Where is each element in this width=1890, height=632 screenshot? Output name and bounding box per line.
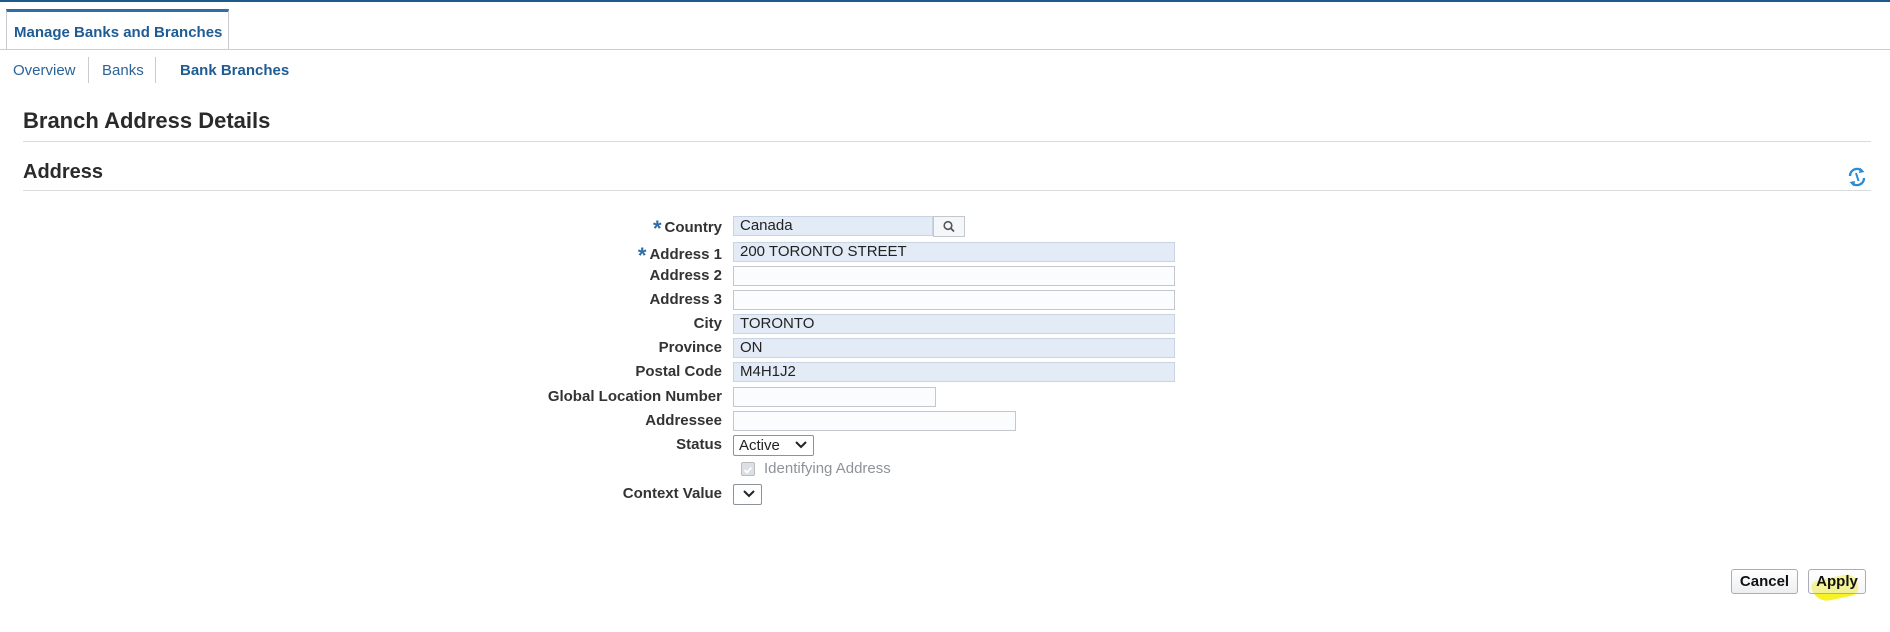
title-divider [23, 141, 1871, 142]
city-label: City [693, 315, 722, 332]
country-label: * Country [652, 216, 722, 241]
search-icon [943, 220, 955, 233]
gln-input[interactable] [733, 387, 936, 407]
page-title: Branch Address Details [23, 108, 271, 133]
section-divider [23, 190, 1871, 191]
chevron-down-icon [795, 441, 807, 449]
tab-bar: Manage Banks and Branches [0, 9, 1890, 50]
checkmark-icon [743, 466, 753, 474]
address1-label: * Address 1 [637, 243, 722, 268]
country-input[interactable]: Canada [733, 216, 933, 236]
tab-label: Manage Banks and Branches [14, 24, 223, 41]
tab-baseline [0, 49, 1890, 50]
address2-label: Address 2 [649, 267, 722, 284]
address1-input[interactable]: 200 TORONTO STREET [733, 242, 1175, 262]
required-indicator: * [652, 216, 662, 241]
section-title: Address [23, 161, 104, 183]
subnav-bank-branches[interactable]: Bank Branches [180, 62, 289, 79]
address2-input[interactable] [733, 266, 1175, 286]
postal-code-label: Postal Code [635, 363, 722, 380]
province-input[interactable]: ON [733, 338, 1175, 358]
context-value-label: Context Value [622, 485, 722, 502]
identifying-address-label: Identifying Address [764, 460, 891, 477]
gln-label: Global Location Number [547, 388, 722, 405]
identifying-address-checkbox[interactable] [741, 462, 755, 476]
address3-input[interactable] [733, 290, 1175, 310]
address3-label: Address 3 [649, 291, 722, 308]
subnav-overview[interactable]: Overview [13, 62, 76, 79]
country-search-button[interactable] [933, 216, 965, 237]
city-input[interactable]: TORONTO [733, 314, 1175, 334]
province-label: Province [658, 339, 722, 356]
postal-code-input[interactable]: M4H1J2 [733, 362, 1175, 382]
addressee-label: Addressee [645, 412, 722, 429]
subnav-divider [88, 57, 89, 83]
chevron-down-icon [743, 490, 755, 498]
required-indicator: * [637, 243, 647, 268]
cancel-button[interactable]: Cancel [1731, 569, 1798, 594]
top-border [0, 0, 1890, 2]
status-value: Active [739, 437, 780, 454]
status-label: Status [676, 436, 722, 453]
tab-manage-banks-and-branches[interactable]: Manage Banks and Branches [6, 9, 229, 49]
refresh-icon[interactable] [1845, 165, 1869, 189]
apply-button[interactable]: Apply [1808, 569, 1866, 594]
status-select[interactable]: Active [733, 435, 814, 456]
subnav-banks[interactable]: Banks [102, 62, 144, 79]
addressee-input[interactable] [733, 411, 1016, 431]
context-value-select[interactable] [733, 484, 762, 505]
subnav-divider [155, 57, 156, 83]
